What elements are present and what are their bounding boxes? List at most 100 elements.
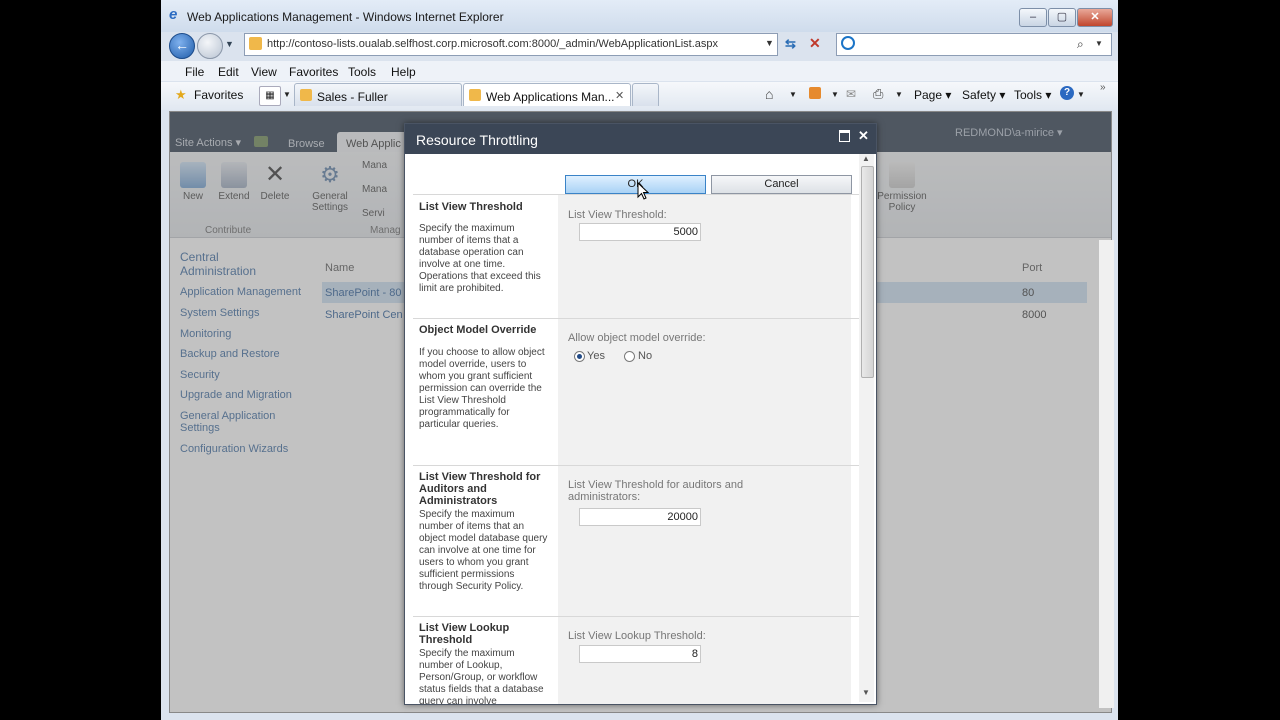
override-no-label[interactable]: No [638, 350, 652, 362]
section-description-column: List View Threshold for Auditors and Adm… [413, 466, 557, 617]
search-dropdown-icon[interactable]: ▼ [1095, 39, 1103, 48]
stop-icon[interactable]: ✕ [809, 35, 821, 52]
address-bar[interactable]: http://contoso-lists.oualab.selfhost.cor… [244, 33, 778, 56]
favorites-bar: ★ Favorites ▦ ▼ Sales - Fuller Web Appli… [161, 82, 1118, 110]
back-button[interactable]: ← [169, 33, 195, 59]
override-no-radio[interactable] [624, 351, 635, 362]
window-title: Web Applications Management - Windows In… [187, 10, 504, 24]
cancel-button[interactable]: Cancel [711, 175, 852, 194]
page-scrollbar[interactable] [1099, 240, 1114, 708]
address-url: http://contoso-lists.oualab.selfhost.cor… [267, 38, 719, 50]
field-label: List View Threshold: [568, 209, 667, 221]
section-title: Object Model Override [419, 324, 537, 336]
address-dropdown-icon[interactable]: ▼ [765, 38, 774, 48]
ie-logo-icon: e [169, 6, 178, 23]
safety-menu-label: Safety [962, 88, 997, 102]
home-icon[interactable]: ⌂ [765, 86, 773, 102]
override-yes-label[interactable]: Yes [587, 350, 605, 362]
maximize-button[interactable]: ▢ [1048, 8, 1076, 27]
help-icon[interactable]: ? [1060, 86, 1074, 100]
feeds-icon[interactable] [809, 87, 821, 99]
compatibility-icon[interactable]: ⇆ [785, 36, 796, 52]
object-model-override-section: Object Model Override If you choose to a… [413, 318, 859, 466]
tab-close-icon[interactable]: ✕ [615, 89, 624, 102]
menu-help[interactable]: Help [391, 65, 416, 79]
section-description: If you choose to allow object model over… [419, 347, 545, 430]
tab-label: Web Applications Man... [486, 90, 615, 104]
menu-tools[interactable]: Tools [348, 65, 376, 79]
forward-button[interactable] [197, 33, 223, 59]
auditors-threshold-input[interactable]: 20000 [579, 508, 701, 526]
section-field-column: List View Threshold: 5000 [558, 195, 851, 319]
home-dropdown-icon[interactable]: ▼ [789, 90, 797, 99]
tab-list-dropdown-icon[interactable]: ▼ [283, 90, 291, 99]
section-description: Specify the maximum number of items that… [419, 509, 548, 592]
dialog-header: Resource Throttling ✕ [405, 124, 876, 154]
page-icon [249, 37, 262, 50]
mail-icon[interactable]: ✉ [846, 87, 856, 101]
tools-menu-label: Tools [1014, 88, 1043, 102]
tools-menu[interactable]: Tools ▾ [1014, 88, 1051, 102]
section-description-column: List View Lookup Threshold Specify the m… [413, 617, 557, 704]
auditors-threshold-section: List View Threshold for Auditors and Adm… [413, 465, 859, 617]
page-menu[interactable]: Page ▾ [914, 88, 951, 102]
tab-page-icon [300, 89, 312, 101]
menu-edit[interactable]: Edit [218, 65, 239, 79]
toolbar-expand-icon[interactable]: » [1100, 82, 1106, 93]
title-bar: e Web Applications Management - Windows … [161, 0, 1118, 32]
scroll-down-icon[interactable]: ▼ [862, 688, 870, 697]
tab-web-applications[interactable]: Web Applications Man... ✕ [463, 83, 631, 106]
tab-sales-fuller[interactable]: Sales - Fuller [294, 83, 462, 106]
feeds-dropdown-icon[interactable]: ▼ [831, 90, 839, 99]
section-description: Specify the maximum number of items that… [419, 223, 541, 294]
menu-file[interactable]: File [185, 65, 204, 79]
field-label: Allow object model override: [568, 332, 706, 344]
menu-view[interactable]: View [251, 65, 277, 79]
section-title: List View Lookup Threshold [419, 622, 510, 646]
lookup-threshold-section: List View Lookup Threshold Specify the m… [413, 616, 859, 704]
close-button[interactable]: ✕ [1077, 8, 1113, 27]
safety-menu[interactable]: Safety ▾ [962, 88, 1005, 102]
dialog-title: Resource Throttling [416, 132, 538, 148]
section-title: List View Threshold [419, 201, 523, 213]
dialog-body: OK Cancel List View Threshold Specify th… [413, 154, 859, 704]
section-field-column: List View Lookup Threshold: 8 [558, 617, 851, 704]
resource-throttling-dialog: Resource Throttling ✕ OK Cancel List Vie… [404, 123, 877, 705]
scroll-thumb[interactable] [861, 166, 874, 378]
quick-tabs-icon[interactable]: ▦ [259, 86, 281, 106]
section-field-column: Allow object model override: Yes No [558, 319, 851, 466]
history-dropdown-icon[interactable]: ▼ [225, 39, 234, 49]
list-view-threshold-input[interactable]: 5000 [579, 223, 701, 241]
section-field-column: List View Threshold for auditors and adm… [558, 466, 851, 617]
new-tab-button[interactable] [632, 83, 659, 106]
favorites-star-icon: ★ [175, 87, 187, 102]
mouse-cursor-icon [637, 182, 649, 200]
section-description-column: List View Threshold Specify the maximum … [413, 195, 557, 319]
ok-button[interactable]: OK [565, 175, 706, 194]
minimize-button[interactable]: – [1019, 8, 1047, 27]
lookup-threshold-input[interactable]: 8 [579, 645, 701, 663]
print-dropdown-icon[interactable]: ▼ [895, 90, 903, 99]
close-dialog-icon[interactable]: ✕ [858, 128, 869, 144]
field-label: List View Threshold for auditors and adm… [568, 479, 744, 503]
bing-icon [841, 36, 855, 50]
menu-bar: File Edit View Favorites Tools Help [161, 61, 1118, 81]
field-label: List View Lookup Threshold: [568, 630, 706, 642]
tab-label: Sales - Fuller [317, 90, 388, 104]
maximize-dialog-icon[interactable] [839, 130, 850, 142]
section-title: List View Threshold for Auditors and Adm… [419, 471, 541, 507]
address-row: ← ▼ http://contoso-lists.oualab.selfhost… [161, 32, 1118, 60]
list-view-threshold-section: List View Threshold Specify the maximum … [413, 194, 859, 319]
print-icon[interactable]: ⎙ [873, 86, 883, 102]
tab-page-icon [469, 89, 481, 101]
search-input[interactable]: ⌕ ▼ [836, 33, 1112, 56]
help-dropdown-icon[interactable]: ▼ [1077, 90, 1085, 99]
scroll-up-icon[interactable]: ▲ [862, 154, 870, 163]
dialog-scrollbar[interactable]: ▲ ▼ [859, 154, 874, 702]
search-icon[interactable]: ⌕ [1077, 37, 1084, 52]
override-yes-radio[interactable] [574, 351, 585, 362]
favorites-button[interactable]: Favorites [194, 88, 243, 102]
section-description: Specify the maximum number of Lookup, Pe… [419, 648, 544, 704]
page-menu-label: Page [914, 88, 943, 102]
menu-favorites[interactable]: Favorites [289, 65, 338, 79]
